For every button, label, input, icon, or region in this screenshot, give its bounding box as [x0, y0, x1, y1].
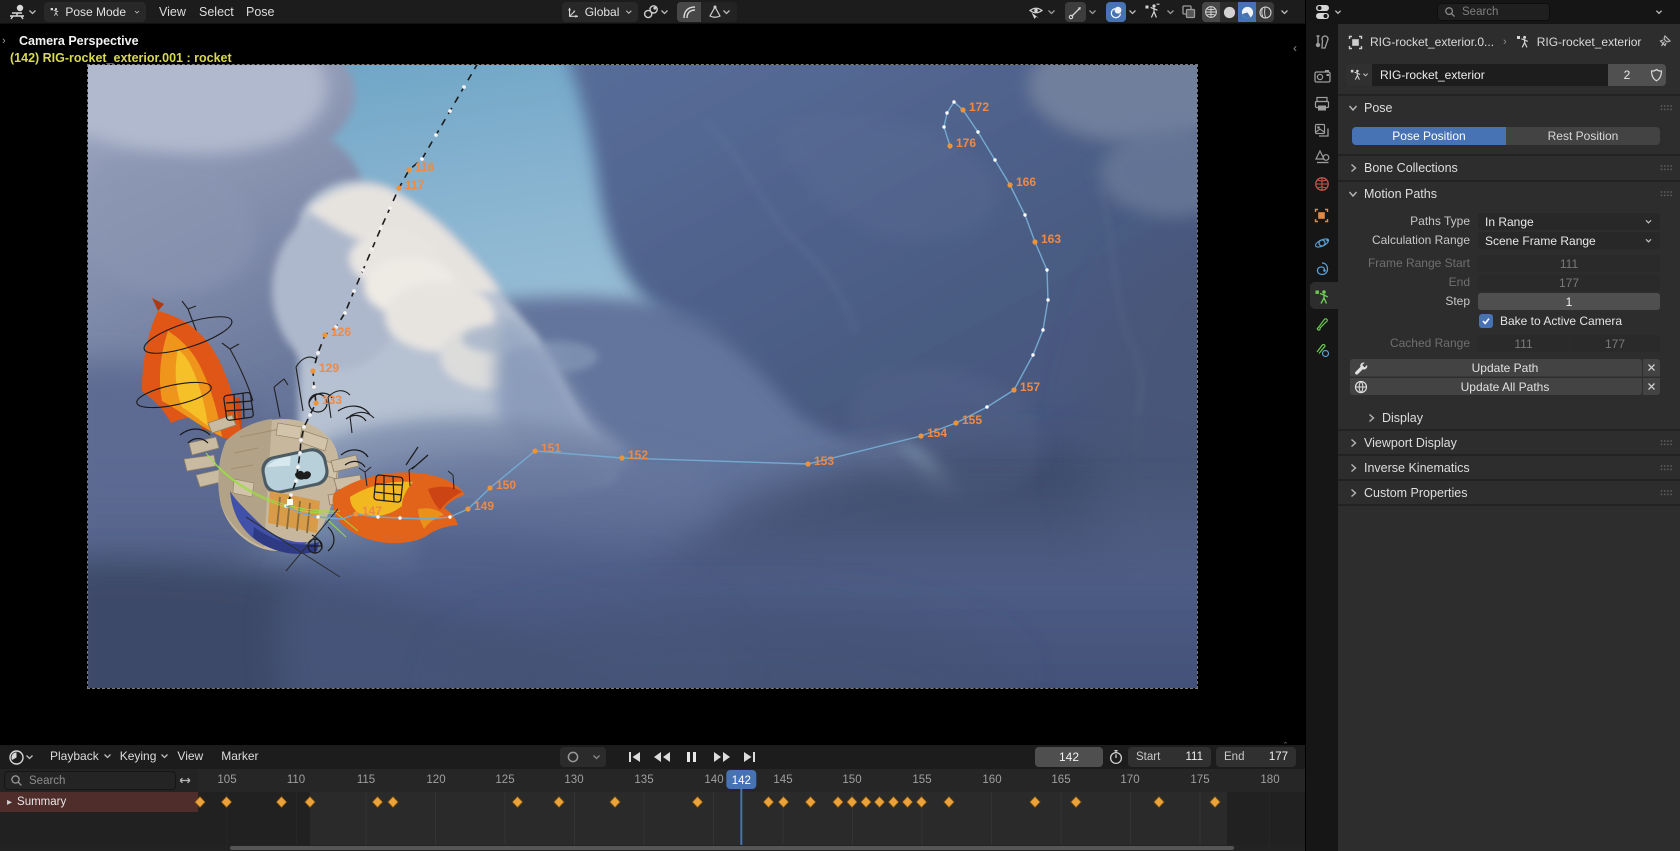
svg-text:129: 129	[319, 361, 339, 375]
svg-text:116: 116	[415, 160, 435, 174]
svg-text:163: 163	[1041, 232, 1061, 246]
svg-text:152: 152	[628, 448, 648, 462]
svg-text:117: 117	[405, 178, 425, 192]
svg-text:172: 172	[969, 100, 989, 114]
svg-text:153: 153	[814, 454, 834, 468]
svg-text:149: 149	[474, 499, 494, 513]
svg-text:151: 151	[541, 441, 561, 455]
svg-text:155: 155	[962, 413, 982, 427]
svg-text:126: 126	[331, 325, 351, 339]
svg-text:133: 133	[322, 393, 342, 407]
svg-text:150: 150	[496, 478, 516, 492]
svg-text:154: 154	[927, 426, 947, 440]
svg-text:176: 176	[956, 136, 976, 150]
svg-text:157: 157	[1020, 380, 1040, 394]
svg-text:142: 142	[732, 775, 751, 787]
svg-text:147: 147	[362, 504, 382, 518]
svg-text:166: 166	[1016, 175, 1036, 189]
